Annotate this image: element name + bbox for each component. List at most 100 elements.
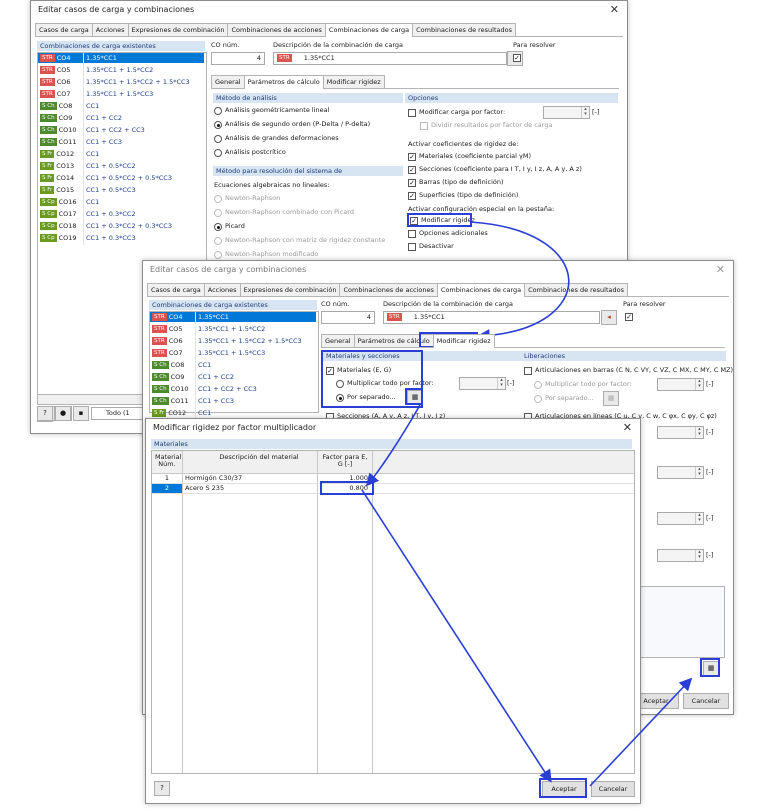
sections-coef-checkbox[interactable]: ✓	[408, 166, 416, 174]
list-item[interactable]: S Cp CO18 CC1 + 0.3*CC2 + 0.3*CC3	[38, 221, 204, 231]
deactivate-checkbox[interactable]	[408, 243, 416, 251]
list-item[interactable]: S Ch CO11 CC1 + CC3	[38, 137, 204, 147]
list-item[interactable]: S Ch CO8 CC1	[150, 360, 316, 370]
factor-field-7[interactable]: ▴ ▾	[657, 549, 704, 562]
list-item[interactable]: STR CO5 1.35*CC1 + 1.5*CC2	[150, 324, 316, 334]
tab2-action-combinations[interactable]: Combinaciones de acciones	[339, 283, 438, 296]
radio-nr-picard[interactable]	[214, 209, 222, 217]
inner-tab-modify-stiffness[interactable]: Modificar rigidez	[322, 75, 385, 88]
to-solve-checkbox[interactable]: ✓	[513, 54, 521, 62]
modify-load-field[interactable]: ▴ ▾	[543, 106, 590, 119]
list-item[interactable]: S Ch CO10 CC1 + CC2 + CC3	[38, 125, 204, 135]
help-button-icon[interactable]: ?	[37, 406, 53, 421]
radio-nr-modified[interactable]	[214, 251, 222, 259]
tab2-combination-expressions[interactable]: Expresiones de combinación	[239, 283, 341, 296]
list-item[interactable]: STR CO5 1.35*CC1 + 1.5*CC2	[38, 65, 204, 75]
save-icon[interactable]: ▪	[73, 406, 89, 421]
list-item[interactable]: STR CO7 1.35*CC1 + 1.5*CC3	[150, 348, 316, 358]
list-item[interactable]: STR CO6 1.35*CC1 + 1.5*CC2 + 1.5*CC3	[38, 77, 204, 87]
list-item[interactable]: STR CO6 1.35*CC1 + 1.5*CC2 + 1.5*CC3	[150, 336, 316, 346]
inner-tab2-modify-stiffness[interactable]: Modificar rigidez	[432, 334, 495, 348]
co-num-field-2[interactable]: 4	[321, 311, 375, 324]
radio-linear-label: Análisis geométricamente lineal	[225, 106, 330, 114]
surfaces-coef-checkbox[interactable]: ✓	[408, 192, 416, 200]
tab-load-cases[interactable]: Casos de carga	[35, 23, 93, 36]
list-item[interactable]: S Ch CO10 CC1 + CC2 + CC3	[150, 384, 316, 394]
spin-icon-5[interactable]: ▴ ▾	[695, 467, 703, 478]
list-item[interactable]: STR CO7 1.35*CC1 + 1.5*CC3	[38, 89, 204, 99]
radio-nr-constant[interactable]	[214, 237, 222, 245]
tab-combination-expressions[interactable]: Expresiones de combinación	[127, 23, 229, 36]
tab2-actions[interactable]: Acciones	[203, 283, 241, 296]
radio-rel-separately[interactable]	[534, 395, 542, 403]
list-item[interactable]: STR CO4 1.35*CC1	[38, 53, 204, 63]
materials-table[interactable]: Material Núm. Descripción del material F…	[151, 450, 635, 774]
open-icon[interactable]: ●	[55, 406, 71, 421]
list-item[interactable]: S Ch CO9 CC1 + CC2	[150, 372, 316, 382]
radio-picard[interactable]	[214, 223, 222, 231]
additional-options-checkbox[interactable]	[408, 230, 416, 238]
list-item[interactable]: S Cp CO16 CC1	[38, 197, 204, 207]
tab2-result-combinations[interactable]: Combinaciones de resultados	[524, 283, 629, 296]
close-icon-2[interactable]: ✕	[716, 263, 725, 276]
list-item[interactable]: S Fr CO12 CC1	[38, 149, 204, 159]
filter-select[interactable]: Todo (1	[91, 407, 148, 420]
table-row[interactable]: 2 Acero S 235 0.800	[152, 483, 634, 494]
radio-postcritical[interactable]	[214, 149, 222, 157]
list-item[interactable]: STR CO4 1.35*CC1	[150, 312, 316, 322]
radio-second-order[interactable]	[214, 121, 222, 129]
description-edit-icon-2[interactable]: ◂	[601, 310, 617, 325]
bars-coef-checkbox[interactable]: ✓	[408, 179, 416, 187]
close-icon-3[interactable]: ✕	[623, 421, 632, 434]
divide-results-checkbox[interactable]	[420, 122, 428, 130]
inner-tab-general[interactable]: General	[211, 75, 245, 88]
list-item[interactable]: S Cp CO19 CC1 + 0.3*CC3	[38, 233, 204, 243]
spin-icon-7[interactable]: ▴ ▾	[695, 550, 703, 561]
help-icon-3[interactable]: ?	[154, 781, 170, 796]
list-item[interactable]: S Fr CO13 CC1 + 0.5*CC2	[38, 161, 204, 171]
tab-result-combinations[interactable]: Combinaciones de resultados	[412, 23, 517, 36]
rel-multiply-field[interactable]: ▴ ▾	[657, 378, 704, 391]
co-num-field[interactable]: 4	[211, 52, 265, 65]
list-item[interactable]: S Ch CO11 CC1 + CC3	[150, 396, 316, 406]
spin-icon-4[interactable]: ▴ ▾	[695, 427, 703, 438]
inner-tab2-general[interactable]: General	[321, 334, 355, 347]
rel-edit-icon[interactable]: ▦	[603, 391, 619, 406]
to-solve-checkbox-2[interactable]: ✓	[625, 313, 633, 321]
inner-tab-calc-params[interactable]: Parámetros de cálculo	[243, 75, 324, 89]
line-hinges-field[interactable]: ▴ ▾	[657, 426, 704, 439]
tab2-load-combinations[interactable]: Combinaciones de carga	[436, 283, 526, 297]
list-item[interactable]: S Ch CO8 CC1	[38, 101, 204, 111]
tab-action-combinations[interactable]: Combinaciones de acciones	[227, 23, 326, 36]
modify-load-checkbox[interactable]	[408, 109, 416, 117]
materials-coef-checkbox[interactable]: ✓	[408, 153, 416, 161]
factor-field-5[interactable]: ▴ ▾	[657, 466, 704, 479]
tab-load-combinations[interactable]: Combinaciones de carga	[324, 23, 414, 37]
factor-field-6[interactable]: ▴ ▾	[657, 512, 704, 525]
multiply-all-field[interactable]: ▴ ▾	[459, 377, 506, 390]
list-item[interactable]: S Ch CO9 CC1 + CC2	[38, 113, 204, 123]
load-combination-list-2[interactable]: STR CO4 1.35*CC1 STR CO5 1.35*CC1 + 1.5*CC2 ST…	[149, 311, 319, 420]
radio-rel-multiply[interactable]	[534, 381, 542, 389]
bar-hinges-checkbox[interactable]	[524, 367, 532, 375]
tab-actions[interactable]: Acciones	[91, 23, 129, 36]
spin-icon-3[interactable]: ▴ ▾	[695, 379, 703, 390]
spin-icon[interactable]: ▴ ▾	[581, 107, 589, 118]
tab2-load-cases[interactable]: Casos de carga	[147, 283, 205, 296]
combination-badge: S Cp	[40, 198, 57, 206]
spin-icon-2[interactable]: ▴ ▾	[497, 378, 505, 389]
cancel-button-3[interactable]: Cancelar	[591, 781, 635, 797]
description-field-2[interactable]: STR 1.35*CC1	[383, 311, 600, 324]
spin-icon-6[interactable]: ▴ ▾	[695, 513, 703, 524]
radio-newton-raphson[interactable]	[214, 195, 222, 203]
radio-large-deformation[interactable]	[214, 135, 222, 143]
close-icon[interactable]: ✕	[610, 3, 619, 16]
radio-linear[interactable]	[214, 107, 222, 115]
description-field[interactable]: STR 1.35*CC1	[273, 52, 507, 65]
list-item[interactable]: S Fr CO14 CC1 + 0.5*CC2 + 0.5*CC3	[38, 173, 204, 183]
highlight-modify-stiffness	[407, 213, 472, 227]
list-item[interactable]: S Fr CO12 CC1	[150, 408, 316, 418]
cancel-button-2[interactable]: Cancelar	[683, 693, 729, 709]
list-item[interactable]: S Cp CO17 CC1 + 0.3*CC2	[38, 209, 204, 219]
list-item[interactable]: S Fr CO15 CC1 + 0.5*CC3	[38, 185, 204, 195]
